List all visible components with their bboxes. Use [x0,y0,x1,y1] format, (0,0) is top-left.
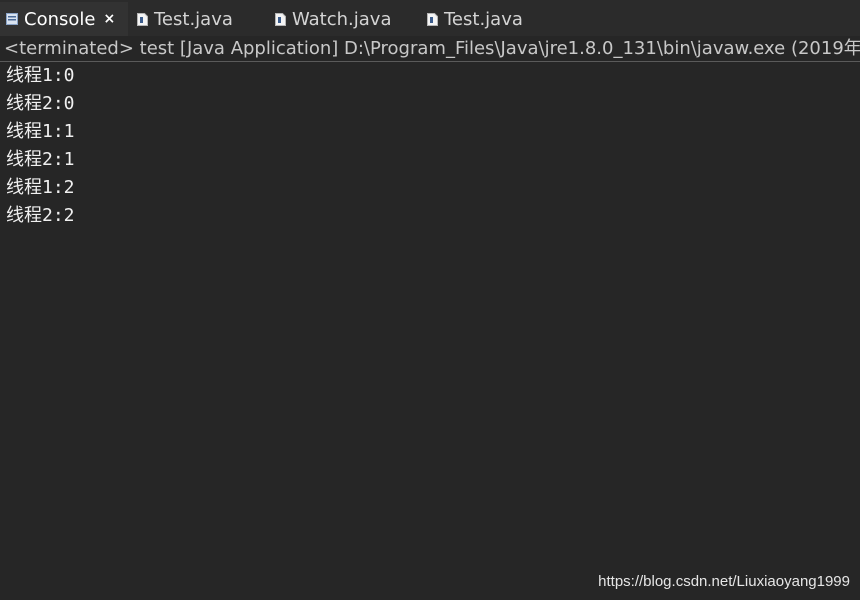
console-output[interactable]: 线程1:0 线程2:0 线程1:1 线程2:1 线程1:2 线程2:2 [0,62,860,600]
output-line: 线程1:2 [6,177,75,198]
tab-label: Test.java [444,8,523,30]
close-icon[interactable]: × [103,11,115,27]
tab-label: Watch.java [292,8,392,30]
output-line: 线程2:0 [6,93,75,114]
console-icon [6,12,18,26]
tab-test-java[interactable]: Test.java [130,2,250,36]
java-file-icon [426,12,438,26]
watermark: https://blog.csdn.net/Liuxiaoyang1999 [598,573,850,590]
tab-label: Test.java [154,8,233,30]
output-line: 线程1:0 [6,65,75,86]
tab-console[interactable]: Console × [0,2,128,36]
console-status-line: <terminated> test [Java Application] D:\… [0,36,860,62]
tab-label: Console [24,8,96,30]
java-file-icon [136,12,148,26]
output-line: 线程2:1 [6,149,75,170]
output-line: 线程1:1 [6,121,75,142]
output-line: 线程2:2 [6,205,75,226]
java-file-icon [274,12,286,26]
eclipse-console-window: Console × Test.java Watch.java Test.java… [0,0,860,600]
tab-bar: Console × Test.java Watch.java Test.java [0,0,860,36]
tab-watch-java[interactable]: Watch.java [268,2,406,36]
tab-test-java-2[interactable]: Test.java [420,2,546,36]
